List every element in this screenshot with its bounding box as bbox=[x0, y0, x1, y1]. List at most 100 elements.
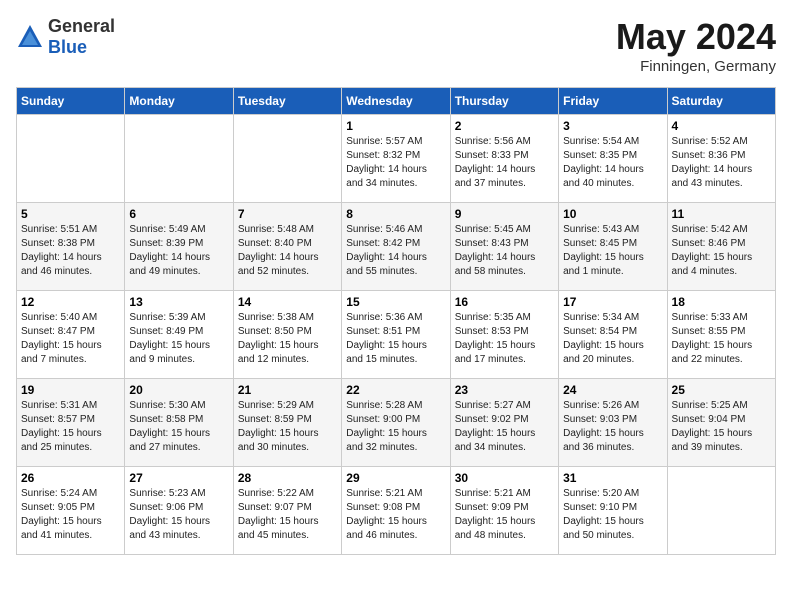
calendar-week-row: 26 Sunrise: 5:24 AM Sunset: 9:05 PM Dayli… bbox=[17, 467, 776, 555]
day-number: 18 bbox=[672, 295, 771, 309]
calendar-cell bbox=[667, 467, 775, 555]
calendar-cell: 5Sunrise: 5:51 AM Sunset: 8:38 PM Daylig… bbox=[17, 203, 125, 291]
day-number: 15 bbox=[346, 295, 445, 309]
calendar-week-row: 12 Sunrise: 5:40 AM Sunset: 8:47 PM Dayli… bbox=[17, 291, 776, 379]
day-info: Sunrise: 5:43 AM Sunset: 8:45 PM Dayligh… bbox=[563, 223, 662, 279]
calendar-cell: 21 Sunrise: 5:29 AM Sunset: 8:59 PM Dayli… bbox=[233, 379, 341, 467]
weekday-header: Thursday bbox=[450, 88, 558, 115]
day-info: Sunrise: 5:42 AM Sunset: 8:46 PM Dayligh… bbox=[672, 223, 771, 279]
day-info: Sunrise: 5:30 AM Sunset: 8:58 PM Dayligh… bbox=[129, 399, 228, 455]
day-info: Sunrise: 5:48 AM Sunset: 8:40 PM Dayligh… bbox=[238, 223, 337, 279]
calendar-cell: 12 Sunrise: 5:40 AM Sunset: 8:47 PM Dayli… bbox=[17, 291, 125, 379]
calendar-cell: 23 Sunrise: 5:27 AM Sunset: 9:02 PM Dayli… bbox=[450, 379, 558, 467]
day-number: 30 bbox=[455, 471, 554, 485]
calendar-cell: 4 Sunrise: 5:52 AM Sunset: 8:36 PM Daylig… bbox=[667, 115, 775, 203]
calendar-cell bbox=[125, 115, 233, 203]
day-number: 26 bbox=[21, 471, 120, 485]
day-number: 31 bbox=[563, 471, 662, 485]
calendar-cell: 15 Sunrise: 5:36 AM Sunset: 8:51 PM Dayli… bbox=[342, 291, 450, 379]
day-info: Sunrise: 5:21 AM Sunset: 9:08 PM Dayligh… bbox=[346, 487, 445, 543]
day-number: 19 bbox=[21, 383, 120, 397]
logo-general: General bbox=[48, 16, 115, 36]
day-info: Sunrise: 5:39 AM Sunset: 8:49 PM Dayligh… bbox=[129, 311, 228, 367]
calendar-cell: 29 Sunrise: 5:21 AM Sunset: 9:08 PM Dayli… bbox=[342, 467, 450, 555]
subtitle: Finningen, Germany bbox=[616, 58, 776, 75]
calendar-cell: 7 Sunrise: 5:48 AM Sunset: 8:40 PM Daylig… bbox=[233, 203, 341, 291]
calendar-cell: 14 Sunrise: 5:38 AM Sunset: 8:50 PM Dayli… bbox=[233, 291, 341, 379]
day-info: Sunrise: 5:26 AM Sunset: 9:03 PM Dayligh… bbox=[563, 399, 662, 455]
calendar-cell: 8Sunrise: 5:46 AM Sunset: 8:42 PM Daylig… bbox=[342, 203, 450, 291]
day-info: Sunrise: 5:57 AM Sunset: 8:32 PM Dayligh… bbox=[346, 135, 445, 191]
calendar-cell: 25 Sunrise: 5:25 AM Sunset: 9:04 PM Dayli… bbox=[667, 379, 775, 467]
weekday-header: Tuesday bbox=[233, 88, 341, 115]
day-info: Sunrise: 5:46 AM Sunset: 8:42 PM Dayligh… bbox=[346, 223, 445, 279]
day-info: Sunrise: 5:34 AM Sunset: 8:54 PM Dayligh… bbox=[563, 311, 662, 367]
calendar-cell: 30 Sunrise: 5:21 AM Sunset: 9:09 PM Dayli… bbox=[450, 467, 558, 555]
day-number: 28 bbox=[238, 471, 337, 485]
weekday-header: Saturday bbox=[667, 88, 775, 115]
day-number: 21 bbox=[238, 383, 337, 397]
weekday-header: Wednesday bbox=[342, 88, 450, 115]
day-number: 3 bbox=[563, 119, 662, 133]
day-number: 25 bbox=[672, 383, 771, 397]
day-info: Sunrise: 5:27 AM Sunset: 9:02 PM Dayligh… bbox=[455, 399, 554, 455]
calendar-cell: 26 Sunrise: 5:24 AM Sunset: 9:05 PM Dayli… bbox=[17, 467, 125, 555]
day-info: Sunrise: 5:29 AM Sunset: 8:59 PM Dayligh… bbox=[238, 399, 337, 455]
calendar-week-row: 1 Sunrise: 5:57 AM Sunset: 8:32 PM Daylig… bbox=[17, 115, 776, 203]
calendar-cell: 22 Sunrise: 5:28 AM Sunset: 9:00 PM Dayli… bbox=[342, 379, 450, 467]
calendar-cell: 10Sunrise: 5:43 AM Sunset: 8:45 PM Dayli… bbox=[559, 203, 667, 291]
calendar-cell: 2 Sunrise: 5:56 AM Sunset: 8:33 PM Daylig… bbox=[450, 115, 558, 203]
day-info: Sunrise: 5:25 AM Sunset: 9:04 PM Dayligh… bbox=[672, 399, 771, 455]
weekday-header: Monday bbox=[125, 88, 233, 115]
day-info: Sunrise: 5:21 AM Sunset: 9:09 PM Dayligh… bbox=[455, 487, 554, 543]
day-number: 23 bbox=[455, 383, 554, 397]
day-info: Sunrise: 5:31 AM Sunset: 8:57 PM Dayligh… bbox=[21, 399, 120, 455]
day-info: Sunrise: 5:49 AM Sunset: 8:39 PM Dayligh… bbox=[129, 223, 228, 279]
day-number: 29 bbox=[346, 471, 445, 485]
day-number: 5 bbox=[21, 207, 120, 221]
day-number: 24 bbox=[563, 383, 662, 397]
day-number: 14 bbox=[238, 295, 337, 309]
logo: General Blue bbox=[16, 16, 115, 58]
calendar-cell: 20 Sunrise: 5:30 AM Sunset: 8:58 PM Dayli… bbox=[125, 379, 233, 467]
day-number: 12 bbox=[21, 295, 120, 309]
calendar-cell: 1 Sunrise: 5:57 AM Sunset: 8:32 PM Daylig… bbox=[342, 115, 450, 203]
day-number: 2 bbox=[455, 119, 554, 133]
day-info: Sunrise: 5:56 AM Sunset: 8:33 PM Dayligh… bbox=[455, 135, 554, 191]
day-info: Sunrise: 5:24 AM Sunset: 9:05 PM Dayligh… bbox=[21, 487, 120, 543]
page-header: General Blue May 2024 Finningen, Germany bbox=[16, 16, 776, 75]
calendar-cell: 19 Sunrise: 5:31 AM Sunset: 8:57 PM Dayli… bbox=[17, 379, 125, 467]
day-info: Sunrise: 5:38 AM Sunset: 8:50 PM Dayligh… bbox=[238, 311, 337, 367]
day-number: 1 bbox=[346, 119, 445, 133]
calendar-week-row: 19 Sunrise: 5:31 AM Sunset: 8:57 PM Dayli… bbox=[17, 379, 776, 467]
calendar-cell: 16 Sunrise: 5:35 AM Sunset: 8:53 PM Dayli… bbox=[450, 291, 558, 379]
day-number: 4 bbox=[672, 119, 771, 133]
day-number: 7 bbox=[238, 207, 337, 221]
title-area: May 2024 Finningen, Germany bbox=[616, 16, 776, 75]
day-info: Sunrise: 5:35 AM Sunset: 8:53 PM Dayligh… bbox=[455, 311, 554, 367]
day-number: 16 bbox=[455, 295, 554, 309]
day-number: 20 bbox=[129, 383, 228, 397]
day-info: Sunrise: 5:22 AM Sunset: 9:07 PM Dayligh… bbox=[238, 487, 337, 543]
calendar-cell bbox=[17, 115, 125, 203]
day-info: Sunrise: 5:36 AM Sunset: 8:51 PM Dayligh… bbox=[346, 311, 445, 367]
day-info: Sunrise: 5:28 AM Sunset: 9:00 PM Dayligh… bbox=[346, 399, 445, 455]
calendar-cell bbox=[233, 115, 341, 203]
calendar-week-row: 5Sunrise: 5:51 AM Sunset: 8:38 PM Daylig… bbox=[17, 203, 776, 291]
calendar-cell: 6 Sunrise: 5:49 AM Sunset: 8:39 PM Daylig… bbox=[125, 203, 233, 291]
day-number: 22 bbox=[346, 383, 445, 397]
day-info: Sunrise: 5:45 AM Sunset: 8:43 PM Dayligh… bbox=[455, 223, 554, 279]
day-info: Sunrise: 5:40 AM Sunset: 8:47 PM Dayligh… bbox=[21, 311, 120, 367]
weekday-header-row: SundayMondayTuesdayWednesdayThursdayFrid… bbox=[17, 88, 776, 115]
day-info: Sunrise: 5:23 AM Sunset: 9:06 PM Dayligh… bbox=[129, 487, 228, 543]
calendar-cell: 3Sunrise: 5:54 AM Sunset: 8:35 PM Daylig… bbox=[559, 115, 667, 203]
day-info: Sunrise: 5:52 AM Sunset: 8:36 PM Dayligh… bbox=[672, 135, 771, 191]
day-number: 6 bbox=[129, 207, 228, 221]
calendar-cell: 31Sunrise: 5:20 AM Sunset: 9:10 PM Dayli… bbox=[559, 467, 667, 555]
day-info: Sunrise: 5:33 AM Sunset: 8:55 PM Dayligh… bbox=[672, 311, 771, 367]
day-number: 17 bbox=[563, 295, 662, 309]
calendar-cell: 13Sunrise: 5:39 AM Sunset: 8:49 PM Dayli… bbox=[125, 291, 233, 379]
calendar-cell: 28 Sunrise: 5:22 AM Sunset: 9:07 PM Dayli… bbox=[233, 467, 341, 555]
logo-icon bbox=[16, 23, 44, 51]
calendar-cell: 11Sunrise: 5:42 AM Sunset: 8:46 PM Dayli… bbox=[667, 203, 775, 291]
